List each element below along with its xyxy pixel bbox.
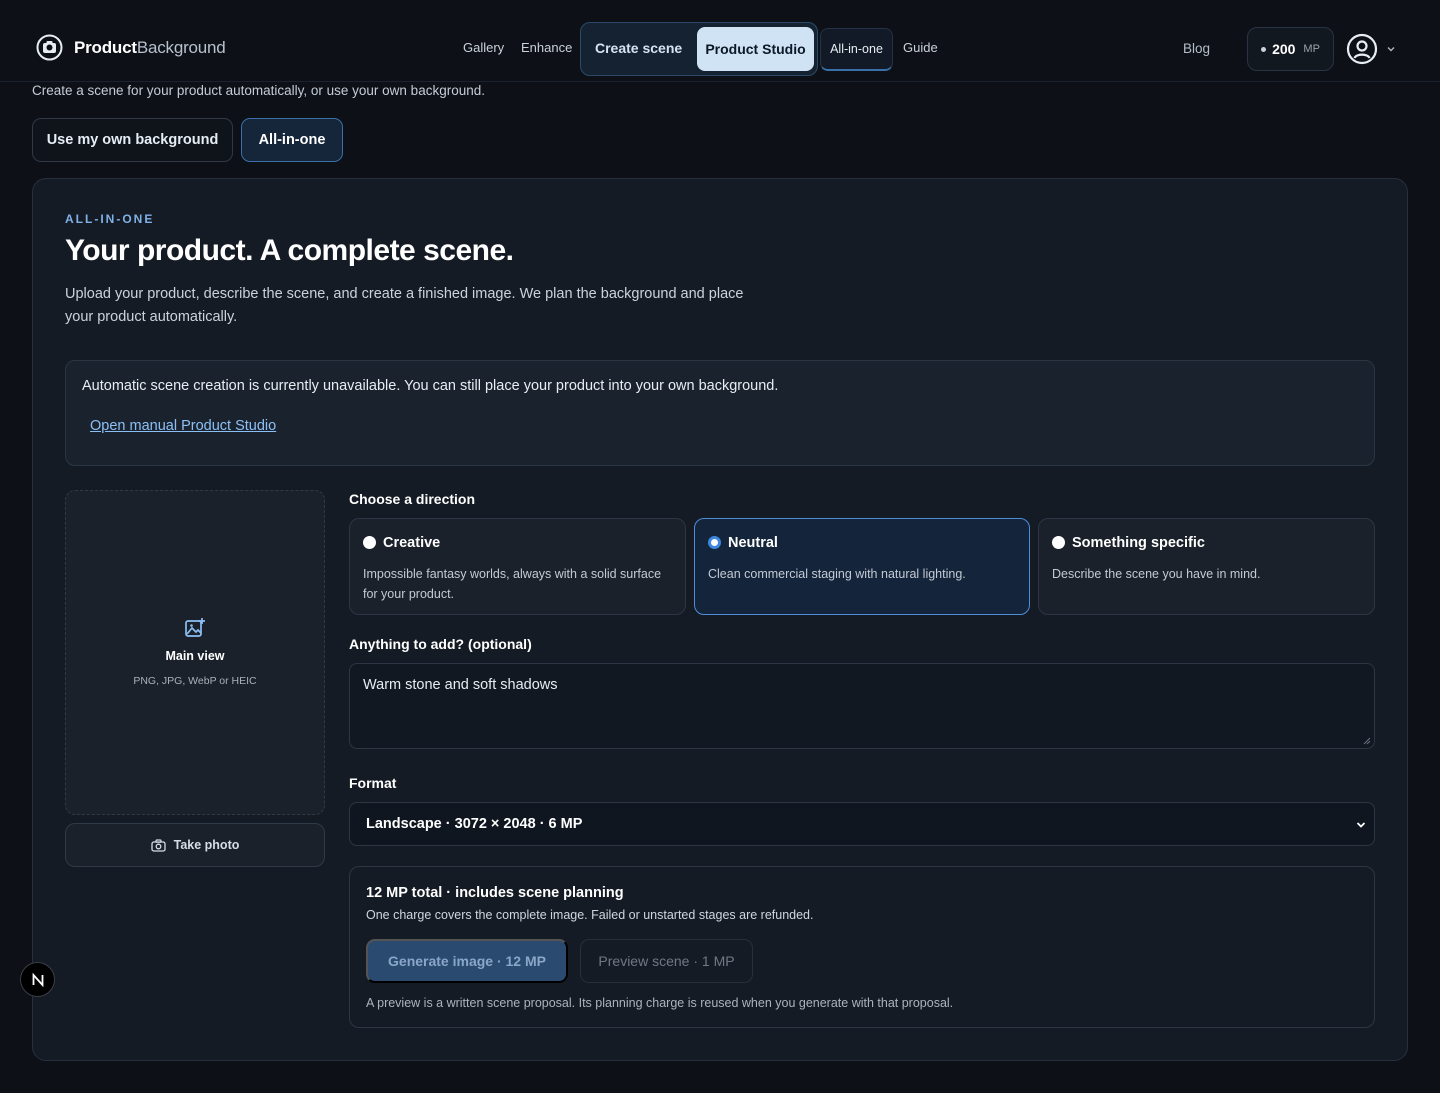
notice-text: Automatic scene creation is currently un… xyxy=(82,378,779,394)
nav-create-scene[interactable]: Create scene xyxy=(595,40,682,56)
take-photo-button[interactable]: Take photo xyxy=(65,823,325,867)
nav-all-in-one[interactable]: All-in-one xyxy=(820,28,893,71)
neutral-radio[interactable] xyxy=(708,536,721,549)
use-own-background-button[interactable]: Use my own background xyxy=(32,118,233,162)
direction-option-title: Creative xyxy=(383,535,441,551)
take-photo-label: Take photo xyxy=(173,838,240,852)
upload-title: Main view xyxy=(165,649,225,663)
format-label: Format xyxy=(349,775,397,791)
direction-option-title: Neutral xyxy=(728,535,778,551)
credits-dot xyxy=(1261,46,1267,52)
summary-title: 12 MP total · includes scene planning xyxy=(366,885,624,901)
extras-label: Anything to add? (optional) xyxy=(349,636,532,652)
specific-radio[interactable] xyxy=(1052,536,1065,549)
page-title: Your product. A complete scene. xyxy=(65,234,514,267)
creative-radio[interactable] xyxy=(363,536,376,549)
direction-option-title: Something specific xyxy=(1072,535,1205,551)
direction-label: Choose a direction xyxy=(349,491,476,507)
preview-scene-button[interactable]: Preview scene · 1 MP xyxy=(580,939,753,983)
camera-badge-icon xyxy=(36,34,63,61)
nav-guide[interactable]: Guide xyxy=(903,40,938,55)
format-select[interactable]: Landscape · 3072 × 2048 · 6 MP xyxy=(349,802,1375,846)
resize-handle-icon[interactable] xyxy=(1363,737,1371,745)
nav-blog[interactable]: Blog xyxy=(1183,41,1210,56)
hero-description: Upload your product, describe the scene,… xyxy=(65,286,744,325)
credits-unit: MP xyxy=(1303,43,1320,55)
top-navigation: ProductBackground Gallery Enhance Create… xyxy=(0,0,1440,82)
user-circle-icon xyxy=(1346,33,1378,65)
floating-dev-button[interactable] xyxy=(20,962,55,997)
chevron-down-icon xyxy=(1387,47,1395,52)
format-selected-value: Landscape · 3072 × 2048 · 6 MP xyxy=(366,816,583,832)
direction-option-description: Impossible fantasy worlds, always with a… xyxy=(363,567,662,601)
section-eyebrow: ALL-IN-ONE xyxy=(65,212,155,226)
page-subtitle: Create a scene for your product automati… xyxy=(32,83,485,98)
camera-icon xyxy=(150,838,166,852)
credits-badge[interactable]: 200 MP xyxy=(1247,27,1334,71)
open-manual-studio-link[interactable]: Open manual Product Studio xyxy=(90,418,276,434)
upload-hint: PNG, JPG, WebP or HEIC xyxy=(133,675,257,687)
unavailable-notice xyxy=(65,360,1375,466)
nav-product-studio[interactable]: Product Studio xyxy=(697,27,814,71)
create-scene-menu: Create scene Product Studio xyxy=(580,22,818,76)
direction-option-specific[interactable]: Something specific Describe the scene yo… xyxy=(1038,518,1375,615)
all-in-one-mode-button[interactable]: All-in-one xyxy=(241,118,343,162)
extras-value: Warm stone and soft shadows xyxy=(363,677,558,693)
n-logo-icon xyxy=(32,972,43,987)
image-add-icon xyxy=(185,618,205,637)
nav-gallery[interactable]: Gallery xyxy=(463,40,504,55)
brand[interactable]: ProductBackground xyxy=(36,34,226,61)
account-menu[interactable] xyxy=(1346,33,1396,65)
nav-enhance[interactable]: Enhance xyxy=(521,40,572,55)
chevron-down-icon xyxy=(1356,822,1366,828)
generate-image-button[interactable]: Generate image · 12 MP xyxy=(366,939,568,983)
extras-textarea[interactable]: Warm stone and soft shadows xyxy=(349,663,1375,749)
summary-subtitle: One charge covers the complete image. Fa… xyxy=(366,908,814,922)
summary-note: A preview is a written scene proposal. I… xyxy=(366,996,954,1010)
direction-option-neutral[interactable]: Neutral Clean commercial staging with na… xyxy=(694,518,1030,615)
brand-name: ProductBackground xyxy=(74,37,226,57)
direction-option-creative[interactable]: Creative Impossible fantasy worlds, alwa… xyxy=(349,518,686,615)
direction-option-description: Describe the scene you have in mind. xyxy=(1052,567,1261,581)
direction-option-description: Clean commercial staging with natural li… xyxy=(708,567,966,581)
credits-amount: 200 xyxy=(1272,41,1296,57)
